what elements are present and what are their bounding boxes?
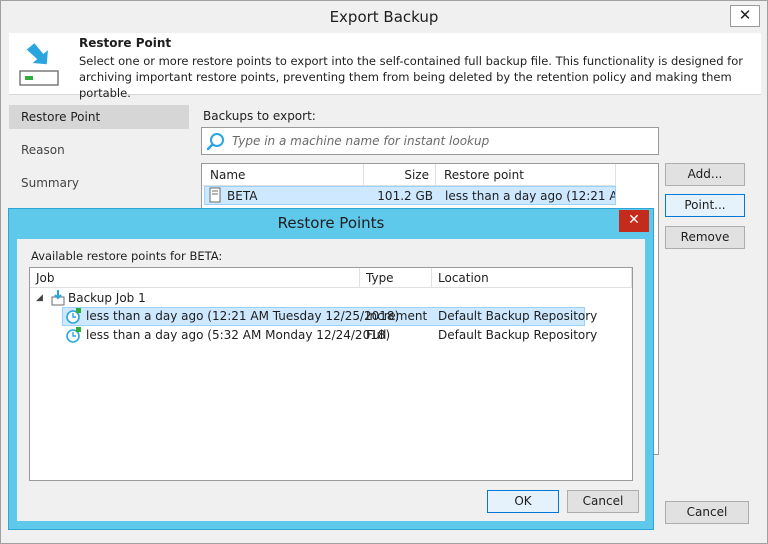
dialog-cancel-button[interactable]: Cancel xyxy=(567,490,639,513)
point-type: Increment xyxy=(366,309,428,323)
cancel-button[interactable]: Cancel xyxy=(665,501,749,524)
vm-icon xyxy=(209,187,223,206)
point-type: Full xyxy=(366,328,387,342)
job-name[interactable]: Backup Job 1 xyxy=(68,289,146,308)
remove-button[interactable]: Remove xyxy=(665,226,745,249)
point-button[interactable]: Point... xyxy=(665,194,745,217)
dialog-close-button[interactable]: ✕ xyxy=(619,210,649,232)
row-name: BETA xyxy=(227,189,258,203)
export-backup-icon xyxy=(19,39,59,89)
wizard-header: Restore Point Select one or more restore… xyxy=(9,33,761,100)
full-point-icon xyxy=(66,326,82,345)
column-header-job[interactable]: Job xyxy=(30,268,360,288)
table-row[interactable]: BETA 101.2 GB less than a day ago (12:21… xyxy=(204,186,616,205)
ok-button[interactable]: OK xyxy=(487,490,559,513)
row-size: 101.2 GB xyxy=(377,189,433,203)
lookup-input[interactable] xyxy=(230,131,650,151)
column-header-location[interactable]: Location xyxy=(432,268,632,288)
point-name: less than a day ago (12:21 AM Tuesday 12… xyxy=(86,309,400,323)
dialog-body: Available restore points for BETA: Job T… xyxy=(17,239,645,521)
expand-icon[interactable]: ◢ xyxy=(36,289,43,308)
search-icon xyxy=(206,132,226,152)
dialog-title: Restore Points xyxy=(277,214,385,232)
add-button[interactable]: Add... xyxy=(665,163,745,186)
close-button[interactable]: ✕ xyxy=(730,5,760,27)
column-header-name[interactable]: Name xyxy=(202,164,364,186)
point-location: Default Backup Repository xyxy=(438,328,598,342)
column-header-type[interactable]: Type xyxy=(360,268,432,288)
point-name: less than a day ago (5:32 AM Monday 12/2… xyxy=(86,328,391,342)
restore-points-dialog: Restore Points ✕ Available restore point… xyxy=(8,208,654,530)
backups-label: Backups to export: xyxy=(203,109,316,123)
column-header-restore-point[interactable]: Restore point xyxy=(436,164,616,186)
point-location: Default Backup Repository xyxy=(438,309,598,323)
restore-points-table: Job Type Location ◢ Backup Job 1 less th… xyxy=(29,267,633,481)
header-title: Restore Point xyxy=(79,36,172,50)
backup-job-icon xyxy=(50,289,66,308)
export-titlebar[interactable]: Export Backup ✕ xyxy=(1,1,767,33)
row-restore-point: less than a day ago (12:21 AM... xyxy=(445,189,615,203)
nav-item-summary[interactable]: Summary xyxy=(9,171,189,195)
column-header-size[interactable]: Size xyxy=(364,164,436,186)
lookup-box[interactable] xyxy=(201,127,659,155)
window-title: Export Backup xyxy=(329,8,439,26)
nav-item-restore-point[interactable]: Restore Point xyxy=(9,105,189,129)
available-points-label: Available restore points for BETA: xyxy=(31,249,223,263)
header-description: Select one or more restore points to exp… xyxy=(79,54,743,100)
increment-point-icon xyxy=(66,307,82,326)
nav-item-reason[interactable]: Reason xyxy=(9,138,189,162)
